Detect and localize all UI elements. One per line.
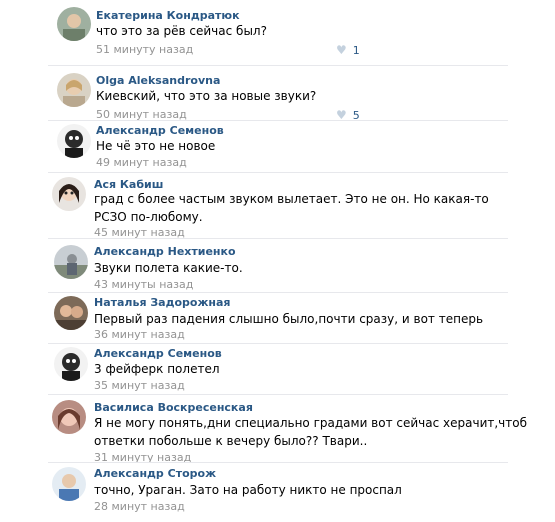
divider	[48, 462, 508, 463]
divider	[48, 172, 508, 173]
avatar[interactable]	[52, 467, 86, 501]
divider	[48, 238, 508, 239]
comment-text: РСЗО по-любому.	[94, 210, 203, 224]
divider	[48, 394, 508, 395]
like-count: 1	[352, 43, 360, 57]
comment-text: град с более частым звуком вылетает. Это…	[94, 192, 489, 206]
divider	[48, 120, 508, 121]
author-name[interactable]: Наталья Задорожная	[94, 296, 230, 309]
avatar[interactable]	[54, 245, 88, 279]
like-button[interactable]: ♥ 1	[336, 43, 360, 57]
comment-text: Не чё это не новое	[96, 139, 216, 153]
author-name[interactable]: Екатерина Кондратюк	[96, 9, 240, 22]
timestamp[interactable]: 28 минут назад	[94, 500, 185, 513]
avatar[interactable]	[52, 177, 86, 211]
author-name[interactable]: Александр Сторож	[94, 467, 216, 480]
avatar[interactable]	[57, 7, 91, 41]
author-name[interactable]: Александр Семенов	[94, 347, 222, 360]
timestamp[interactable]: 43 минуты назад	[94, 278, 193, 291]
comment-text: Звуки полета какие-то.	[94, 261, 243, 275]
avatar[interactable]	[54, 296, 88, 330]
comment-text: Киевский, что это за новые звуки?	[96, 89, 317, 103]
author-name[interactable]: Александр Нехтиенко	[94, 245, 236, 258]
comment-text: 3 фейферк полетел	[94, 362, 220, 376]
heart-icon: ♥	[336, 43, 347, 57]
divider	[48, 292, 508, 293]
divider	[48, 65, 508, 66]
avatar[interactable]	[54, 347, 88, 381]
comment-text: Я не могу понять,дни специально градами …	[94, 416, 528, 430]
author-name[interactable]: Александр Семенов	[96, 124, 224, 137]
comment-text: ответки побольше к вечеру было?? Твари..	[94, 434, 368, 448]
timestamp[interactable]: 35 минут назад	[94, 379, 185, 392]
timestamp[interactable]: 36 минут назад	[94, 328, 185, 341]
comment-text: Первый раз падения слышно было,почти сра…	[94, 312, 484, 326]
timestamp[interactable]: 51 минуту назад	[96, 43, 193, 56]
timestamp[interactable]: 49 минут назад	[96, 156, 187, 169]
author-name[interactable]: Василиса Воскресенская	[94, 401, 253, 414]
comment-text: точно, Ураган. Зато на работу никто не п…	[94, 483, 402, 497]
divider	[48, 343, 508, 344]
author-name[interactable]: Olga Aleksandrovna	[96, 74, 220, 87]
avatar[interactable]	[57, 124, 91, 158]
avatar[interactable]	[57, 73, 91, 107]
comment-text: что это за рёв сейчас был?	[96, 24, 267, 38]
avatar[interactable]	[52, 400, 86, 434]
